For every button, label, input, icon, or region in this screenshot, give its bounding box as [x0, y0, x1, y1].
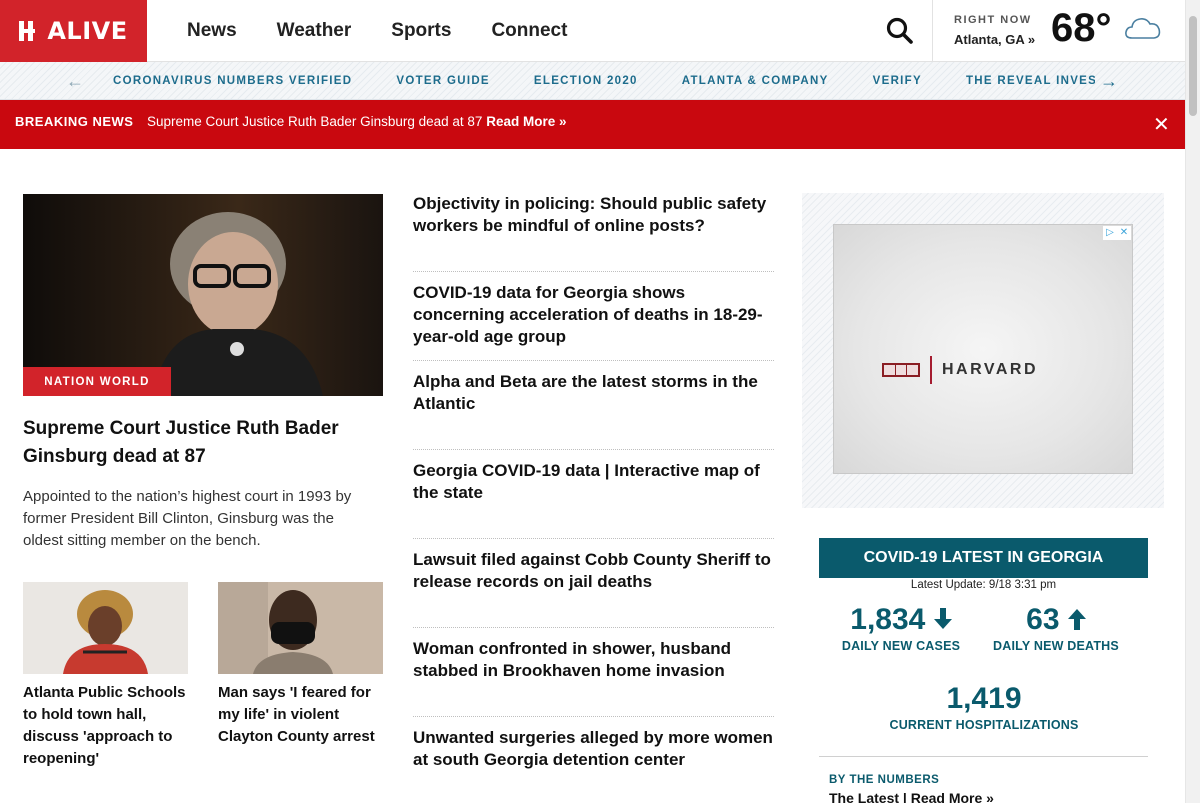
page-scrollbar[interactable]: [1185, 0, 1200, 803]
headline-item[interactable]: Woman confronted in shower, husband stab…: [413, 628, 774, 717]
breaking-read-more[interactable]: Read More »: [486, 114, 566, 129]
breaking-message[interactable]: Supreme Court Justice Ruth Bader Ginsbur…: [147, 114, 566, 129]
hospitalizations-stat: 1,419 CURRENT HOSPITALIZATIONS: [860, 682, 1108, 733]
small-story-image[interactable]: [218, 582, 383, 674]
logo-mark-icon: [19, 21, 41, 41]
category-tag[interactable]: NATION WORLD: [23, 367, 171, 396]
main-nav: News Weather Sports Connect: [187, 0, 607, 62]
small-story-title[interactable]: Atlanta Public Schools to hold town hall…: [23, 682, 188, 770]
divider: [819, 756, 1148, 757]
topic-voter-guide[interactable]: VOTER GUIDE: [396, 75, 490, 87]
arrow-down-icon: [933, 603, 952, 636]
arrow-left-icon[interactable]: ←: [66, 71, 84, 92]
right-now-label: RIGHT NOW: [954, 14, 1032, 26]
close-icon[interactable]: ✕: [1153, 112, 1170, 137]
small-story[interactable]: Atlanta Public Schools to hold town hall…: [23, 582, 188, 770]
headline-item[interactable]: COVID-19 data for Georgia shows concerni…: [413, 272, 774, 361]
nav-news[interactable]: News: [187, 20, 237, 42]
topic-atlanta-company[interactable]: ATLANTA & COMPANY: [682, 75, 829, 87]
lead-story-image[interactable]: [23, 194, 383, 396]
topic-the-reveal[interactable]: THE REVEAL INVESTIGATES: [966, 75, 1095, 87]
site-logo[interactable]: ALIVE: [0, 0, 147, 62]
topic-verify[interactable]: VERIFY: [873, 75, 922, 87]
small-story[interactable]: Man says 'I feared for my life' in viole…: [218, 582, 383, 748]
hospitalizations-label: CURRENT HOSPITALIZATIONS: [889, 718, 1079, 732]
breaking-news-bar: BREAKING NEWS Supreme Court Justice Ruth…: [0, 100, 1185, 149]
nav-sports[interactable]: Sports: [391, 20, 451, 42]
covid-widget-title[interactable]: COVID-19 LATEST IN GEORGIA: [819, 538, 1148, 578]
headline-item[interactable]: Objectivity in policing: Should public s…: [413, 183, 774, 272]
harvard-logo: HARVARD: [882, 356, 1038, 384]
cases-value-row: 1,834: [825, 604, 977, 636]
topic-election[interactable]: ELECTION 2020: [534, 75, 638, 87]
daily-new-cases-stat: 1,834 DAILY NEW CASES: [825, 604, 977, 654]
lead-story-title[interactable]: Supreme Court Justice Ruth Bader Ginsbur…: [23, 415, 363, 471]
small-story-image[interactable]: [23, 582, 188, 674]
logo-text: ALIVE: [47, 17, 128, 45]
weather-widget[interactable]: RIGHT NOW Atlanta, GA » 68°: [932, 0, 1185, 62]
headline-item[interactable]: Lawsuit filed against Cobb County Sherif…: [413, 539, 774, 628]
headline-item[interactable]: Unwanted surgeries alleged by more women…: [413, 717, 774, 803]
hospitalizations-value: 1,419: [946, 682, 1022, 715]
cloud-icon: [1123, 14, 1163, 47]
nav-connect[interactable]: Connect: [491, 20, 567, 42]
advertisement-container: ▷ ✕ HARVARD: [802, 193, 1164, 508]
adchoices-icon[interactable]: ▷: [1103, 226, 1117, 240]
topic-bar: ← CORONAVIRUS NUMBERS VERIFIED VOTER GUI…: [0, 62, 1185, 100]
advertisement[interactable]: ▷ ✕ HARVARD: [833, 224, 1133, 474]
scrollbar-thumb[interactable]: [1189, 16, 1197, 116]
adchoices-badge[interactable]: ▷ ✕: [1103, 226, 1131, 240]
daily-new-cases-label: DAILY NEW CASES: [841, 639, 961, 653]
daily-new-deaths-stat: 63 DAILY NEW DEATHS: [980, 604, 1132, 654]
topic-coronavirus[interactable]: CORONAVIRUS NUMBERS VERIFIED: [113, 75, 352, 87]
search-icon[interactable]: [886, 17, 914, 45]
harvard-shield-icon: [882, 363, 920, 377]
ad-close-icon[interactable]: ✕: [1117, 226, 1131, 240]
weather-temperature: 68°: [1051, 6, 1112, 50]
daily-new-deaths-label: DAILY NEW DEATHS: [993, 639, 1119, 653]
headline-item[interactable]: Alpha and Beta are the latest storms in …: [413, 361, 774, 450]
topic-links: CORONAVIRUS NUMBERS VERIFIED VOTER GUIDE…: [113, 62, 1095, 100]
latest-read-more-link[interactable]: The Latest | Read More »: [829, 790, 994, 803]
site-header: ALIVE News Weather Sports Connect RIGHT …: [0, 0, 1185, 62]
arrow-right-icon[interactable]: →: [1100, 71, 1118, 92]
nav-weather[interactable]: Weather: [277, 20, 352, 42]
deaths-value-row: 63: [980, 604, 1132, 636]
arrow-up-icon: [1067, 603, 1086, 636]
lead-story-description: Appointed to the nation’s highest court …: [23, 488, 352, 549]
breaking-label: BREAKING NEWS: [15, 114, 134, 129]
breaking-text: Supreme Court Justice Ruth Bader Ginsbur…: [147, 114, 483, 129]
daily-new-cases-value: 1,834: [850, 603, 926, 636]
small-story-title[interactable]: Man says 'I feared for my life' in viole…: [218, 682, 383, 748]
logo-divider: [930, 356, 932, 384]
headline-item[interactable]: Georgia COVID-19 data | Interactive map …: [413, 450, 774, 539]
weather-location[interactable]: Atlanta, GA »: [954, 32, 1035, 47]
daily-new-deaths-value: 63: [1026, 603, 1060, 636]
covid-updated: Latest Update: 9/18 3:31 pm: [910, 579, 1057, 591]
harvard-wordmark: HARVARD: [942, 361, 1039, 378]
by-the-numbers-label: BY THE NUMBERS: [829, 774, 940, 786]
headline-list: Objectivity in policing: Should public s…: [413, 183, 774, 803]
